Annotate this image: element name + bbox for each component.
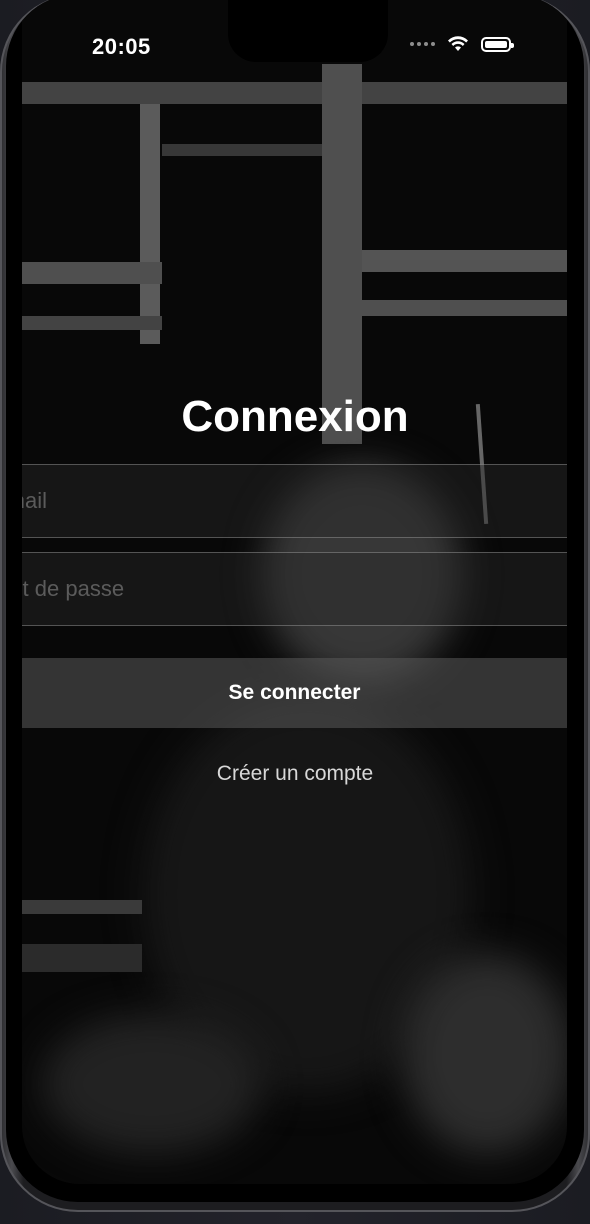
battery-icon xyxy=(481,36,514,52)
dynamic-island xyxy=(228,0,388,62)
password-field[interactable] xyxy=(22,553,567,625)
status-icons xyxy=(410,36,514,52)
create-account-link[interactable]: Créer un compte xyxy=(0,762,590,786)
login-button[interactable]: Se connecter xyxy=(22,658,567,728)
signal-icon xyxy=(410,42,435,46)
page-title: Connexion xyxy=(181,392,409,441)
status-time: 20:05 xyxy=(92,34,151,59)
home-indicator xyxy=(180,1176,400,1182)
password-field-container xyxy=(22,552,567,626)
email-field-container xyxy=(22,464,567,538)
wifi-icon xyxy=(448,36,468,51)
email-field[interactable] xyxy=(22,465,567,537)
